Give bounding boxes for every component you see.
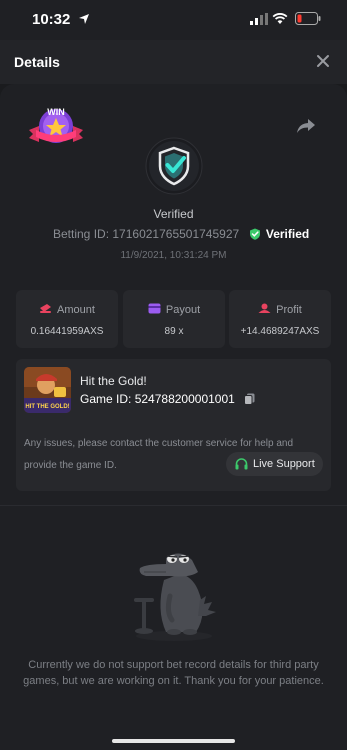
payout-value: 89 x: [164, 326, 184, 337]
unsupported-notice: Currently we do not support bet record d…: [23, 659, 324, 687]
amount-label: Amount: [57, 304, 95, 316]
verified-status-label: Verified: [153, 207, 194, 221]
svg-text:WIN: WIN: [47, 107, 65, 117]
payout-stat-card: Payout 89 x: [123, 290, 225, 348]
bet-timestamp: 11/9/2021, 10:31:24 PM: [120, 250, 227, 261]
game-id-row: Game ID: 524788200001001: [80, 392, 255, 406]
verified-badge-text: Verified: [265, 227, 310, 241]
location-arrow-icon: [79, 14, 89, 24]
headset-icon: [235, 458, 248, 470]
game-id-value: 524788200001001: [134, 392, 235, 406]
game-name: Hit the Gold!: [80, 374, 147, 388]
live-support-label: Live Support: [253, 458, 315, 470]
svg-text:HIT THE GOLD!: HIT THE GOLD!: [25, 404, 69, 410]
verified-check-icon: [249, 228, 260, 240]
payout-icon: [148, 303, 161, 314]
close-icon[interactable]: [315, 53, 331, 69]
betting-id-row: Betting ID: 1716021765501745927 Verified: [53, 227, 309, 241]
payout-label: Payout: [165, 304, 201, 316]
status-bar: 10:32: [0, 0, 347, 40]
game-artwork-image: HIT THE GOLD!: [24, 367, 71, 413]
live-support-button[interactable]: Live Support: [226, 452, 323, 476]
game-thumbnail[interactable]: HIT THE GOLD!: [24, 367, 71, 413]
cellular-signal-icon: [250, 13, 268, 25]
details-header: Details: [0, 40, 347, 84]
betting-id-value: 1716021765501745927: [112, 227, 240, 241]
profit-stat-card: Profit +14.4689247AXS: [229, 290, 331, 348]
profit-value: +14.4689247AXS: [240, 326, 320, 337]
crocodile-illustration: [134, 553, 216, 641]
amount-stat-card: Amount 0.16441959AXS: [16, 290, 118, 348]
betting-id-label: Betting ID:: [53, 227, 110, 241]
game-id-label: Game ID:: [80, 392, 132, 406]
win-badge-icon: WIN: [29, 107, 83, 143]
amount-value: 0.16441959AXS: [30, 326, 104, 337]
profit-icon: [258, 303, 271, 313]
verified-shield-icon: [145, 137, 203, 195]
wifi-icon: [272, 13, 288, 24]
game-info-card: HIT THE GOLD! Hit the Gold! Game ID: 524…: [16, 359, 331, 491]
amount-icon: [40, 304, 52, 313]
page-title: Details: [14, 54, 60, 70]
profit-label: Profit: [276, 304, 302, 316]
share-icon[interactable]: [296, 117, 316, 135]
section-divider: [0, 505, 347, 506]
battery-low-icon: [295, 12, 321, 25]
status-time: 10:32: [32, 11, 71, 28]
copy-icon[interactable]: [244, 393, 255, 405]
home-indicator[interactable]: [112, 739, 235, 743]
